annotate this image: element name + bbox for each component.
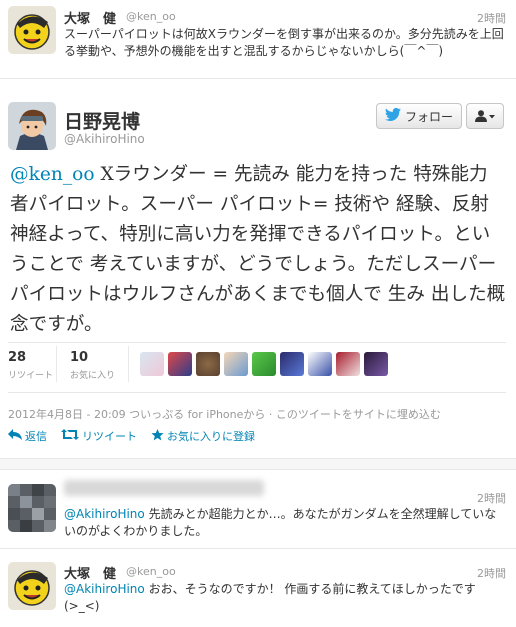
avatar[interactable] <box>8 562 56 610</box>
mention-link[interactable]: @ken_oo <box>10 164 95 185</box>
reply-button[interactable]: 返信 <box>8 428 47 444</box>
avatar[interactable] <box>8 102 56 150</box>
tweet-author-handle[interactable]: @ken_oo <box>126 10 176 23</box>
tweet-top: 大塚 健 @ken_oo 2時間 スーパーパイロットは何故Xラウンダーを倒す事が… <box>0 0 516 70</box>
retweet-count[interactable]: 28 <box>8 350 26 365</box>
user-icon <box>475 107 495 126</box>
reply-label: 返信 <box>25 430 47 443</box>
favoriter-avatar[interactable] <box>280 352 304 376</box>
favoriter-avatar[interactable] <box>336 352 360 376</box>
main-tweet-text: @ken_oo Xラウンダー = 先読み 能力を持った 特殊能力者パイロット。ス… <box>10 160 506 340</box>
favoriter-avatar[interactable] <box>196 352 220 376</box>
reply-icon <box>8 429 22 443</box>
favorite-count-label: お気に入り <box>70 371 116 381</box>
follow-label: フォロー <box>404 109 453 124</box>
favoriter-avatar[interactable] <box>364 352 388 376</box>
divider <box>0 78 516 79</box>
favorite-label: お気に入りに登録 <box>167 430 255 443</box>
divider <box>0 548 516 549</box>
tweet-author-handle[interactable]: @ken_oo <box>126 565 176 578</box>
divider <box>8 392 506 393</box>
mention-link[interactable]: @AkihiroHino <box>64 582 145 596</box>
retweet-button[interactable]: リツイート <box>61 428 137 444</box>
tweet-time[interactable]: 2時間 <box>477 490 506 506</box>
favoriter-avatar[interactable] <box>168 352 192 376</box>
favorite-count[interactable]: 10 <box>70 350 88 365</box>
main-author-name[interactable]: 日野晃博 <box>64 107 140 134</box>
retweet-icon <box>61 429 79 443</box>
tweet-time[interactable]: 2時間 <box>477 10 506 26</box>
star-icon <box>151 428 164 444</box>
tweet-author-name[interactable]: 大塚 健 <box>64 563 116 582</box>
favoriter-avatar[interactable] <box>224 352 248 376</box>
main-tweet-body: Xラウンダー = 先読み 能力を持った 特殊能力者パイロット。スーパー パイロッ… <box>10 164 506 335</box>
retweet-count-label: リツイート <box>8 371 54 381</box>
tweet-time[interactable]: 2時間 <box>477 565 506 581</box>
tweet-actions: 返信 リツイート お気に入りに登録 <box>8 428 255 444</box>
retweet-label: リツイート <box>82 430 137 443</box>
tweet-text: @AkihiroHino おお、そうなのですか！ 作画する前に教えてほしかったで… <box>64 581 506 615</box>
mention-link[interactable]: @AkihiroHino <box>64 507 145 521</box>
tweet-timestamp[interactable]: 2012年4月8日 - 20:09 ついっぷる for iPhoneから · こ… <box>8 406 441 422</box>
section-divider <box>0 458 516 470</box>
favoriter-avatar[interactable] <box>252 352 276 376</box>
avatar[interactable] <box>8 6 56 54</box>
favoriter-avatar[interactable] <box>308 352 332 376</box>
tweet-author-name[interactable]: 大塚 健 <box>64 8 116 27</box>
blurred-author-name <box>64 480 264 496</box>
favoriter-avatar[interactable] <box>140 352 164 376</box>
twitter-bird-icon <box>384 107 401 124</box>
avatar[interactable] <box>8 484 56 532</box>
stats-divider <box>56 346 57 382</box>
main-author-handle[interactable]: @AkihiroHino <box>64 132 145 146</box>
user-actions-button[interactable] <box>466 103 504 129</box>
favorite-button[interactable]: お気に入りに登録 <box>151 428 255 444</box>
tweet-text: スーパーパイロットは何故Xラウンダーを倒す事が出来るのか。多分先読みを上回る挙動… <box>64 27 504 58</box>
follow-button[interactable]: フォロー <box>376 103 462 129</box>
stats-divider <box>128 346 129 382</box>
tweet-text: @AkihiroHino 先読みとか超能力とか…。あなたがガンダムを全然理解して… <box>64 506 506 540</box>
